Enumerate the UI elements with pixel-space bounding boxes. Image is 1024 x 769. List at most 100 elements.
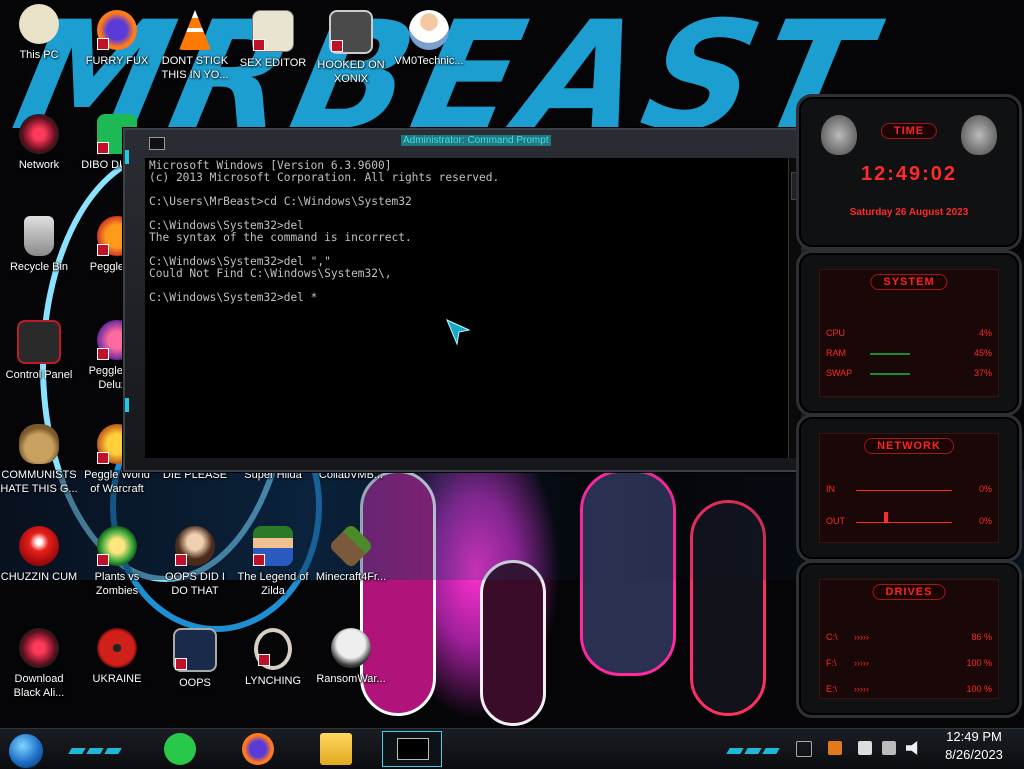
icon-label: DONT STICK THIS IN YO... [161, 55, 229, 81]
time-gadget[interactable]: TIME 12:49:02 Saturday 26 August 2023 [796, 94, 1022, 250]
desktop-icon-sex-editor[interactable]: SEX EDITOR [234, 10, 312, 70]
icon-label: COMMUNISTS HATE THIS G... [0, 469, 78, 495]
stat-value: 86 % [971, 632, 992, 642]
desktop-icon-network[interactable]: Network [0, 114, 78, 172]
system-gadget[interactable]: SYSTEM CPU 4% RAM 45% SWAP 37% [796, 250, 1022, 416]
desktop-icon-recycle-bin[interactable]: Recycle Bin [0, 216, 78, 274]
portrait-painting-icon [175, 526, 215, 566]
shortcut-arrow-icon [253, 554, 265, 566]
network-out-spike [884, 512, 888, 522]
tray-app-icon[interactable] [828, 741, 842, 755]
mouse-pointer-icon [446, 319, 471, 346]
stat-label: F:\ [826, 658, 837, 668]
taskbar-messaging-app-icon[interactable] [164, 733, 196, 765]
shortcut-arrow-icon [97, 348, 109, 360]
taskbar-firefox-icon[interactable] [242, 733, 274, 765]
icon-label: SEX EDITOR [239, 57, 307, 69]
time-gadget-title: TIME [880, 123, 938, 139]
stat-label: RAM [826, 348, 846, 358]
system-swap-row: SWAP 37% [826, 368, 992, 380]
stat-label: IN [826, 484, 835, 494]
stat-label: CPU [826, 328, 846, 338]
desktop-icon-oops-did-i[interactable]: OOPS DID I DO THAT [156, 526, 234, 598]
tray-flag-icon[interactable] [858, 741, 872, 755]
recycle-bin-icon [24, 216, 54, 256]
minecraft-grass-block-icon [328, 523, 374, 569]
skull-icon [331, 628, 371, 668]
desktop-icon-minecraft[interactable]: Minecraft4Fr... [312, 523, 390, 584]
desktop-icon-control-panel[interactable]: Control Panel [0, 320, 78, 382]
system-cpu-row: CPU 4% [826, 328, 992, 340]
drives-gadget-title: DRIVES [872, 584, 946, 600]
drives-gadget[interactable]: DRIVES C:\ ››››› 86 % F:\ ››››› 100 % E:… [796, 560, 1022, 718]
money-bag-icon [19, 424, 59, 464]
system-gadget-panel: SYSTEM CPU 4% RAM 45% SWAP 37% [819, 269, 999, 397]
desktop-icon-communists[interactable]: COMMUNISTS HATE THIS G... [0, 424, 78, 496]
drive-c-row: C:\ ››››› 86 % [826, 632, 992, 644]
stat-value: 37% [973, 368, 992, 378]
taskbar-light-decoration [726, 739, 782, 754]
icon-label: OOPS DID I DO THAT [165, 571, 225, 597]
desktop-icon-furry-fux[interactable]: FURRY FUX [78, 10, 156, 68]
shortcut-arrow-icon [97, 142, 109, 154]
desktop-icon-oops[interactable]: OOPS [156, 628, 234, 690]
stat-value: 100 % [966, 658, 992, 668]
time-gadget-clock: 12:49:02 [860, 163, 958, 185]
icon-label: Peggle World of Warcraft [84, 469, 150, 495]
tray-show-hidden-icon[interactable] [796, 741, 812, 757]
this-pc-icon [19, 4, 59, 44]
network-globe-icon [19, 114, 59, 154]
taskbar-file-explorer-icon[interactable] [320, 733, 352, 765]
radiation-symbol-icon [97, 628, 137, 668]
cmd-titlebar[interactable]: Administrator: Command Prompt [125, 130, 820, 154]
desktop-icon-ukraine[interactable]: UKRAINE [78, 628, 156, 686]
taskbar-light-decoration [68, 739, 124, 754]
desktop-icon-pvz[interactable]: Plants vs Zombies [78, 526, 156, 598]
drive-usage-chevrons-icon: ››››› [854, 632, 869, 642]
ram-usage-bar [870, 353, 910, 355]
stat-label: OUT [826, 516, 845, 526]
frame-light-decoration [125, 150, 129, 164]
start-button[interactable] [8, 733, 44, 769]
desktop-icon-dont-stick[interactable]: DONT STICK THIS IN YO... [156, 10, 234, 82]
cmd-console-area[interactable]: Microsoft Windows [Version 6.3.9600] (c)… [145, 158, 801, 458]
tray-network-icon[interactable] [882, 741, 896, 755]
network-out-graph [856, 522, 952, 523]
plants-vs-zombies-icon [97, 526, 137, 566]
icon-label: OOPS [179, 677, 211, 689]
network-in-row: IN 0% [826, 484, 992, 496]
shortcut-arrow-icon [97, 244, 109, 256]
desktop-icon-zilda[interactable]: The Legend of Zilda [234, 526, 312, 598]
desktop-icon-vm0technic[interactable]: VM0Technic... [390, 10, 468, 68]
desktop-icon-lynching[interactable]: LYNCHING [234, 628, 312, 688]
desktop-icon-this-pc[interactable]: This PC [0, 4, 78, 62]
pixel-hero-icon [253, 526, 293, 566]
desktop-icon-chuzzin-cum[interactable]: CHUZZIN CUM [0, 526, 78, 584]
drive-usage-chevrons-icon: ››››› [854, 658, 869, 668]
drive-f-row: F:\ ››››› 100 % [826, 658, 992, 670]
network-gadget[interactable]: NETWORK IN 0% OUT 0% [796, 414, 1022, 562]
desktop-icon-download-black[interactable]: Download Black Ali... [0, 628, 78, 700]
desktop-icon-ransomware[interactable]: RansomWar... [312, 628, 390, 686]
shortcut-arrow-icon [175, 658, 187, 670]
command-prompt-window[interactable]: Administrator: Command Prompt Microsoft … [123, 128, 822, 472]
alien-globe-icon [19, 628, 59, 668]
desktop-icon-hooked-on-xonix[interactable]: HOOKED ON XONIX [312, 10, 390, 86]
taskbar-clock-time[interactable]: 12:49 PM [934, 729, 1014, 744]
frame-light-decoration [125, 398, 129, 412]
control-panel-icon [17, 320, 61, 364]
taskbar-clock-date[interactable]: 8/26/2023 [934, 747, 1014, 762]
cmd-window-icon[interactable] [149, 137, 165, 150]
cmd-window-title: Administrator: Command Prompt [401, 135, 551, 146]
drives-gadget-panel: DRIVES C:\ ››››› 86 % F:\ ››››› 100 % E:… [819, 579, 999, 699]
shortcut-arrow-icon [258, 654, 270, 666]
taskbar-command-prompt-button[interactable] [382, 731, 442, 767]
icon-label: Minecraft4Fr... [315, 571, 387, 583]
icon-label: HOOKED ON XONIX [317, 59, 385, 85]
stat-label: C:\ [826, 632, 838, 642]
shortcut-arrow-icon [175, 554, 187, 566]
network-gadget-title: NETWORK [864, 438, 954, 454]
system-ram-row: RAM 45% [826, 348, 992, 360]
stat-value: 45% [973, 348, 992, 358]
tray-volume-icon[interactable] [906, 741, 918, 755]
